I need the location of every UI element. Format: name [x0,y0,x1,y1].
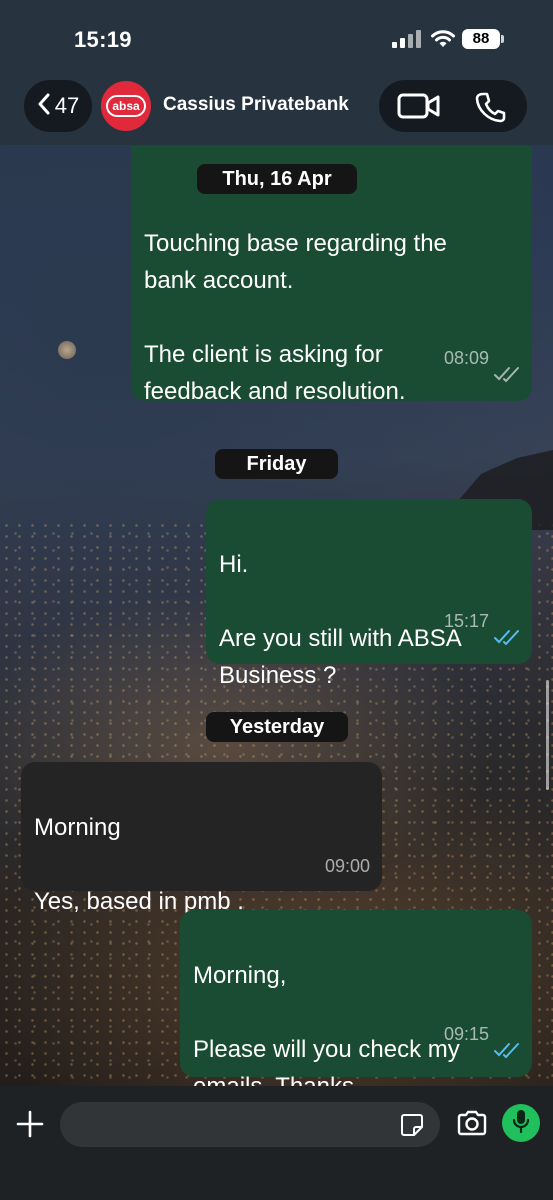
status-time: 15:19 [74,27,132,52]
delivered-ticks-icon [494,321,520,395]
message-time: 09:15 [443,1023,489,1044]
message-bubble-outgoing[interactable]: Hi. Are you still with ABSA Business ? 1… [206,499,532,689]
call-actions [379,80,527,132]
wifi-icon [430,29,456,54]
read-ticks-icon [494,584,520,658]
battery-indicator: 88 [462,29,504,49]
message-meta: 09:00 [325,848,370,885]
message-input[interactable] [60,1102,440,1147]
message-bubble-outgoing[interactable]: Morning, Please will you check my emails… [180,910,532,1100]
contact-name[interactable]: Cassius Privatebank [163,94,349,116]
message-meta: 15:17 [444,584,520,658]
sticker-icon[interactable] [400,1113,424,1142]
microphone-button[interactable] [502,1104,540,1142]
message-text: Morning Yes, based in pmb . [34,814,244,915]
contact-avatar[interactable]: absa [101,81,151,131]
chevron-left-icon [37,93,51,120]
phone-icon[interactable] [475,91,507,128]
wallpaper-moon [58,341,76,359]
message-meta: 09:15 [444,997,520,1071]
date-separator-friday: Friday [215,449,338,479]
message-time: 09:00 [324,856,370,876]
cellular-signal-icon [392,30,422,48]
video-call-icon[interactable] [397,93,441,124]
chat-header: 47 absa Cassius Privatebank [0,70,553,145]
microphone-icon [512,1109,530,1138]
status-bar: 15:19 88 [0,0,553,70]
date-separator-yesterday: Yesterday [206,712,348,742]
message-time: 15:17 [443,610,489,631]
date-separator-thu: Thu, 16 Apr [197,164,357,194]
scroll-indicator[interactable] [546,680,549,790]
read-ticks-icon [494,997,520,1071]
back-button[interactable]: 47 [24,80,92,132]
message-time: 08:09 [443,347,489,368]
message-bubble-incoming[interactable]: Morning Yes, based in pmb . 09:00 [21,762,382,915]
unread-count: 47 [54,93,80,118]
camera-icon[interactable] [456,1110,488,1141]
avatar-logo-text: absa [106,95,146,117]
plus-icon[interactable] [16,1110,44,1143]
message-input-bar [0,1086,553,1200]
message-meta: 08:09 [444,321,520,395]
